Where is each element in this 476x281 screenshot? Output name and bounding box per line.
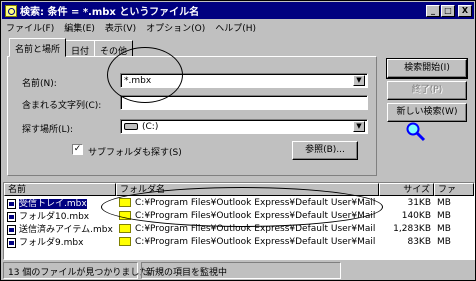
magnifier-icon — [406, 122, 426, 142]
menu-bar: ファイル(F) 編集(E) 表示(V) オプション(O) ヘルプ(H) — [2, 20, 474, 35]
file-name: フォルダ10.mbx — [19, 212, 90, 222]
drive-icon — [124, 123, 138, 130]
file-name: 受信トレイ.mbx — [19, 199, 87, 209]
find-now-button[interactable]: 検索開始(I) — [386, 58, 468, 79]
file-name: フォルダ9.mbx — [19, 238, 84, 248]
list-item[interactable]: フォルダ10.mbx C:¥Program Files¥Outlook Expr… — [4, 209, 474, 222]
menu-edit[interactable]: 編集(E) — [64, 21, 95, 34]
tab-strip: 名前と場所 日付 その他 — [9, 38, 134, 57]
file-size: 83KB — [407, 236, 431, 247]
folder-icon — [119, 236, 131, 246]
name-input[interactable]: *.mbx — [120, 73, 368, 88]
mailbox-file-icon — [7, 198, 16, 209]
mailbox-file-icon — [7, 224, 16, 235]
title-bar[interactable]: 検索: 条件 = *.mbx というファイル名 _ □ X — [2, 2, 474, 19]
file-type: MB — [437, 197, 451, 208]
menu-view[interactable]: 表示(V) — [105, 21, 136, 34]
contains-text-input[interactable] — [120, 95, 368, 110]
col-name-header[interactable]: 名前 — [4, 183, 116, 196]
search-app-icon — [5, 4, 17, 17]
col-folder-header[interactable]: フォルダ名 — [116, 183, 379, 196]
folder-icon — [119, 223, 131, 233]
list-item[interactable]: フォルダ9.mbx C:¥Program Files¥Outlook Expre… — [4, 235, 474, 248]
name-dropdown-button[interactable]: ▼ — [353, 75, 365, 86]
name-label: 名前(N): — [22, 79, 57, 89]
file-size: 31KB — [407, 197, 431, 208]
results-list[interactable]: 名前 フォルダ名 サイズ ファ 受信トレイ.mbx C:¥Program Fil… — [3, 182, 475, 260]
menu-help[interactable]: ヘルプ(H) — [215, 21, 256, 34]
file-size: 140KB — [401, 210, 431, 221]
menu-options[interactable]: オプション(O) — [146, 21, 205, 34]
status-bar: 13 個のファイルが見つかりました。 新規の項目を監視中 — [3, 262, 475, 279]
browse-button[interactable]: 参照(B)... — [292, 141, 358, 160]
close-button[interactable]: X — [458, 4, 472, 17]
file-size: 1,283KB — [393, 223, 431, 234]
folder-path: C:¥Program Files¥Outlook Express¥Default… — [135, 223, 376, 234]
file-type: MB — [437, 210, 451, 221]
folder-path: C:¥Program Files¥Outlook Express¥Default… — [135, 236, 376, 247]
maximize-button[interactable]: □ — [441, 4, 455, 17]
subfolders-checkbox[interactable]: ✓ — [72, 144, 83, 155]
search-criteria-panel: 名前(N): *.mbx ▼ 含まれる文字列(C): 探す場所(L): (C:)… — [7, 56, 377, 176]
list-item[interactable]: 受信トレイ.mbx C:¥Program Files¥Outlook Expre… — [4, 196, 474, 209]
file-type: MB — [437, 236, 451, 247]
look-in-value: (C:) — [142, 122, 159, 132]
look-in-select[interactable]: (C:) — [120, 119, 368, 134]
status-count: 13 個のファイルが見つかりました。 — [3, 262, 157, 279]
file-name: 送信済みアイテム.mbx — [19, 225, 113, 235]
find-window: 検索: 条件 = *.mbx というファイル名 _ □ X ファイル(F) 編集… — [0, 0, 476, 281]
subfolders-label[interactable]: サブフォルダも探す(S) — [88, 145, 182, 158]
status-monitor: 新規の項目を監視中 — [141, 262, 341, 279]
mailbox-file-icon — [7, 237, 16, 248]
menu-file[interactable]: ファイル(F) — [6, 21, 54, 34]
folder-path: C:¥Program Files¥Outlook Express¥Default… — [135, 210, 376, 221]
minimize-button[interactable]: _ — [426, 4, 440, 17]
folder-path: C:¥Program Files¥Outlook Express¥Default… — [135, 197, 376, 208]
folder-icon — [119, 210, 131, 220]
results-header: 名前 フォルダ名 サイズ ファ — [4, 183, 474, 196]
list-item[interactable]: 送信済みアイテム.mbx C:¥Program Files¥Outlook Ex… — [4, 222, 474, 235]
stop-button[interactable]: 終了(P) — [387, 81, 467, 100]
look-in-dropdown-button[interactable]: ▼ — [353, 121, 365, 132]
col-size-header[interactable]: サイズ — [379, 183, 434, 196]
tab-advanced[interactable]: その他 — [94, 40, 134, 57]
window-title: 検索: 条件 = *.mbx というファイル名 — [20, 7, 200, 18]
mailbox-file-icon — [7, 211, 16, 222]
folder-icon — [119, 197, 131, 207]
look-in-label: 探す場所(L): — [22, 125, 74, 135]
col-type-header[interactable]: ファ — [434, 183, 474, 196]
contains-label: 含まれる文字列(C): — [22, 101, 102, 111]
file-type: MB — [437, 223, 451, 234]
tab-date[interactable]: 日付 — [65, 40, 96, 57]
tab-name-location[interactable]: 名前と場所 — [9, 38, 67, 57]
new-search-button[interactable]: 新しい検索(W) — [387, 103, 467, 122]
